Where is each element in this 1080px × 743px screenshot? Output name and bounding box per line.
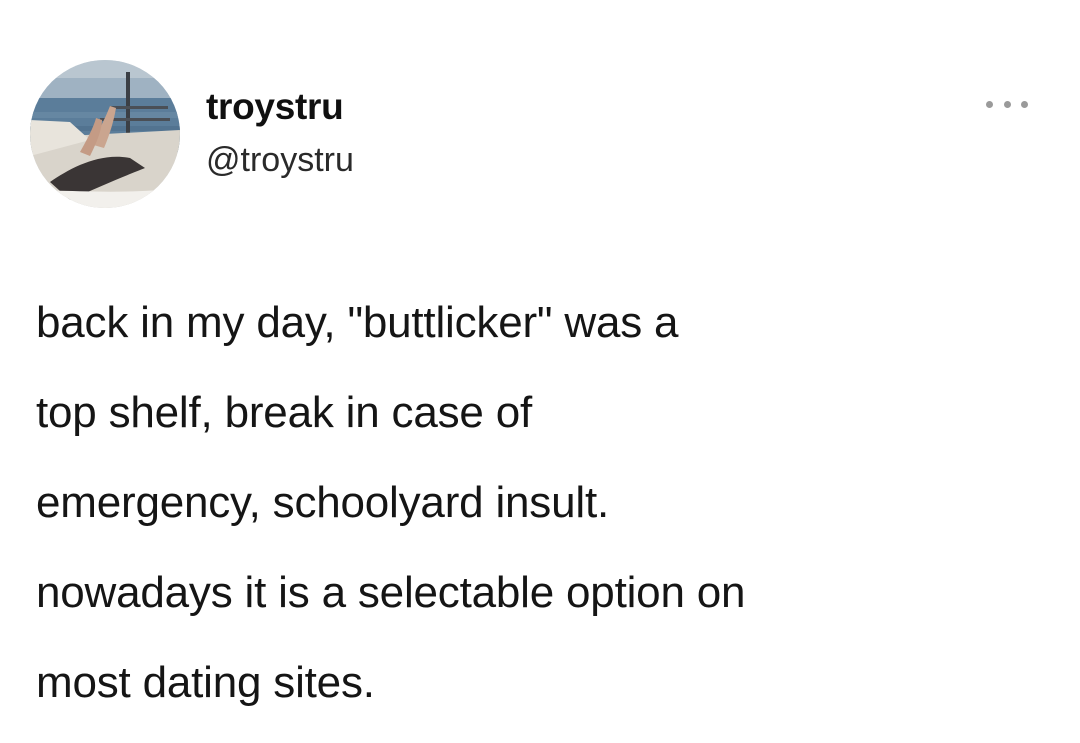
more-options-button[interactable] — [982, 92, 1032, 116]
tweet-text-line: back in my day, "buttlicker" was a — [36, 298, 679, 347]
tweet-text-line: most dating sites. — [36, 658, 375, 707]
tweet-card: troystru @troystru back in my day, "butt… — [0, 0, 1080, 743]
display-name[interactable]: troystru — [206, 86, 344, 128]
tweet-text-line: emergency, schoolyard insult. — [36, 478, 609, 527]
tweet-text: back in my day, "buttlicker" was a top s… — [36, 278, 1046, 728]
avatar[interactable] — [30, 60, 180, 208]
more-options-icon-dot — [1021, 100, 1028, 108]
tweet-text-line: nowadays it is a selectable option on — [36, 568, 746, 617]
more-options-icon-dot — [1003, 100, 1011, 108]
more-options-icon — [986, 100, 993, 108]
user-handle[interactable]: @troystru — [206, 141, 354, 180]
profile-photo-icon — [30, 60, 180, 208]
tweet-text-line: top shelf, break in case of — [36, 388, 533, 437]
